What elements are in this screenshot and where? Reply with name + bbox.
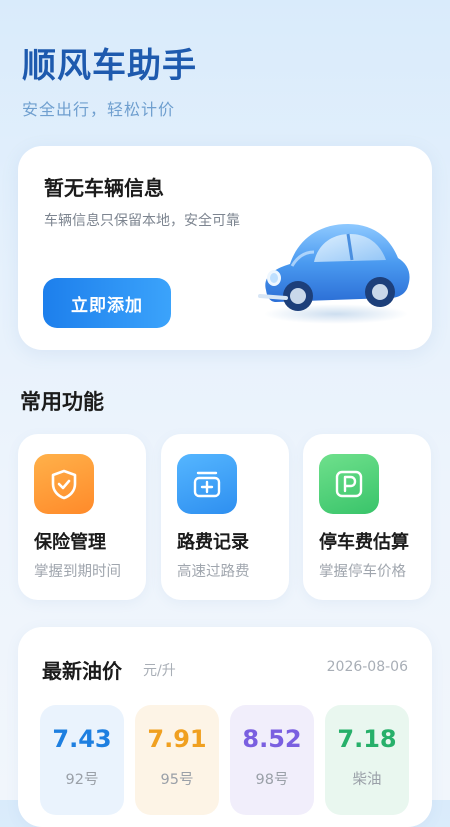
feature-name: 停车费估算 — [319, 532, 409, 553]
car-illustration — [258, 224, 410, 324]
toll-record-card[interactable]: 路费记录 高速过路费 — [161, 434, 289, 600]
parking-icon — [319, 454, 379, 514]
fuel-price: 8.52 — [242, 725, 302, 753]
features-section-title: 常用功能 — [20, 390, 104, 414]
vehicle-description: 车辆信息只保留本地，安全可靠 — [44, 213, 240, 229]
fuel-price: 7.91 — [147, 725, 207, 753]
parking-fee-card[interactable]: 停车费估算 掌握停车价格 — [303, 434, 431, 600]
fuel-item-diesel: 7.18 柴油 — [325, 705, 409, 815]
vehicle-title: 暂无车辆信息 — [44, 176, 164, 200]
fuel-label: 98号 — [255, 772, 289, 788]
fuel-label: 柴油 — [352, 772, 382, 788]
fuel-title: 最新油价 — [42, 659, 122, 683]
feature-name: 路费记录 — [177, 532, 249, 553]
vehicle-card[interactable]: 暂无车辆信息 车辆信息只保留本地，安全可靠 立即添加 — [18, 146, 432, 350]
toll-box-icon — [177, 454, 237, 514]
feature-name: 保险管理 — [34, 532, 106, 553]
add-vehicle-button[interactable]: 立即添加 — [43, 278, 171, 328]
fuel-label: 95号 — [160, 772, 194, 788]
fuel-price-card: 最新油价 元/升 2026-08-06 7.43 92号 7.91 95号 8.… — [18, 627, 432, 827]
feature-desc: 掌握停车价格 — [319, 564, 406, 580]
shield-check-icon — [34, 454, 94, 514]
fuel-item-92: 7.43 92号 — [40, 705, 124, 815]
app-title: 顺风车助手 — [22, 46, 197, 86]
fuel-date: 2026-08-06 — [326, 659, 408, 675]
fuel-item-95: 7.91 95号 — [135, 705, 219, 815]
fuel-price: 7.43 — [52, 725, 112, 753]
fuel-label: 92号 — [65, 772, 99, 788]
fuel-unit: 元/升 — [143, 663, 176, 679]
fuel-item-98: 8.52 98号 — [230, 705, 314, 815]
feature-desc: 掌握到期时间 — [34, 564, 121, 580]
feature-desc: 高速过路费 — [177, 564, 250, 580]
fuel-price: 7.18 — [337, 725, 397, 753]
app-subtitle: 安全出行，轻松计价 — [22, 100, 176, 119]
insurance-management-card[interactable]: 保险管理 掌握到期时间 — [18, 434, 146, 600]
